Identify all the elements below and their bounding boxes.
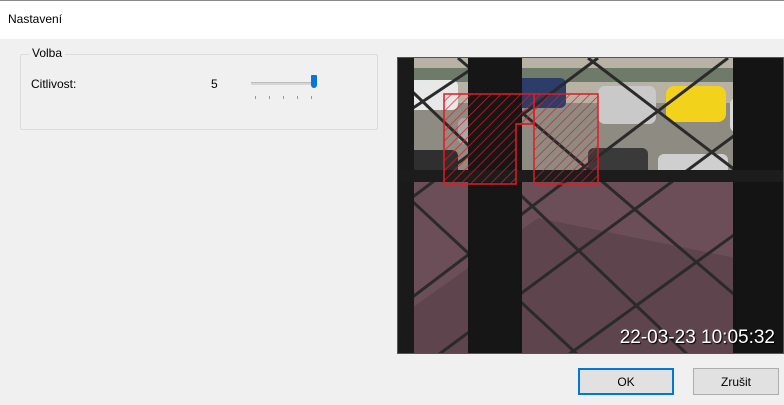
slider-tick — [297, 96, 298, 99]
group-legend: Volba — [29, 46, 66, 60]
camera-image — [398, 58, 783, 353]
title-bar: Nastavení — [0, 0, 784, 39]
slider-tick — [255, 96, 256, 99]
sensitivity-value: 5 — [211, 77, 218, 91]
sensitivity-slider[interactable] — [249, 73, 319, 103]
camera-preview[interactable]: 22-03-23 10:05:32 — [397, 57, 784, 354]
slider-tick — [311, 96, 312, 99]
cancel-button[interactable]: Zrušit — [693, 368, 779, 395]
slider-thumb[interactable] — [311, 75, 317, 88]
volba-groupbox: Volba Citlivost: 5 — [20, 46, 378, 130]
ok-button[interactable]: OK — [578, 368, 674, 395]
slider-tick — [283, 96, 284, 99]
sensitivity-label: Citlivost: — [31, 77, 77, 91]
slider-track[interactable] — [251, 82, 317, 85]
timestamp-overlay: 22-03-23 10:05:32 — [619, 327, 775, 348]
slider-tick — [269, 96, 270, 99]
window-title: Nastavení — [8, 12, 63, 26]
